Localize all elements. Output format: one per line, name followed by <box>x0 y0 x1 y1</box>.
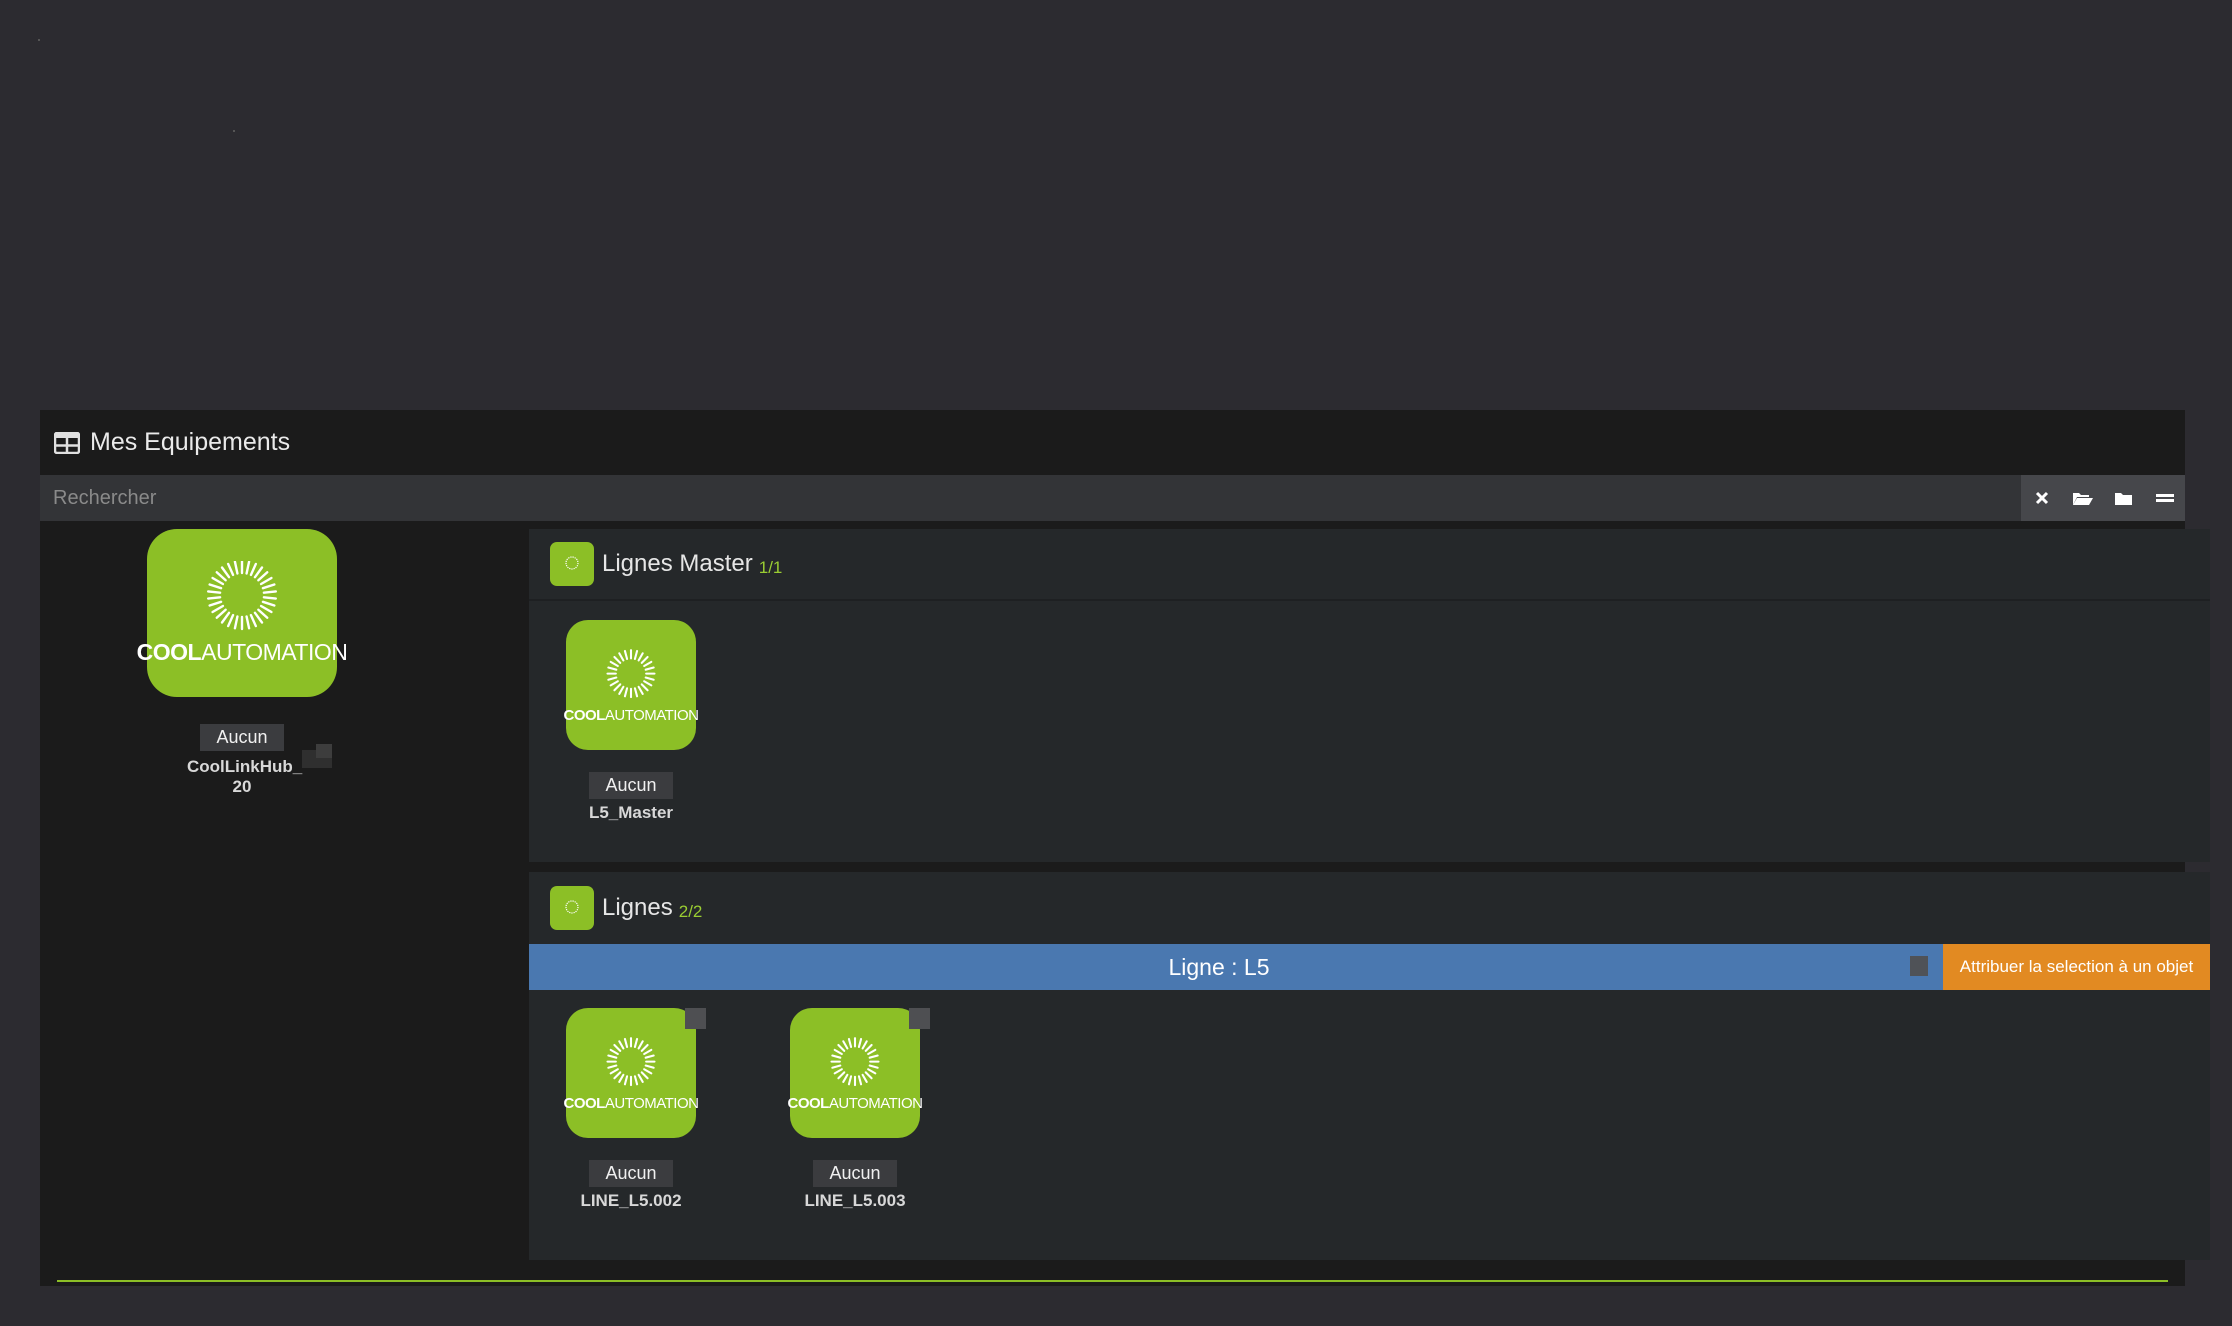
lines-section: Lignes 2/2 <box>529 872 2210 1260</box>
equipment-card[interactable]: COOLAUTOMATION Aucun L5_Master <box>563 620 699 823</box>
section-title: Lignes <box>602 894 673 921</box>
section-count: 2/2 <box>678 902 703 921</box>
panel-header: Mes Equipements <box>40 410 2185 475</box>
assign-to-object-button[interactable]: Attribuer la selection à un objet <box>1943 944 2210 990</box>
sunburst-icon <box>830 1036 880 1086</box>
coolautomation-logo: COOLAUTOMATION <box>787 1008 923 1138</box>
equipment-panel: Mes Equipements Rechercher COOLAUTOMATIO… <box>40 410 2210 1286</box>
section-count: 1/1 <box>758 558 783 577</box>
bottom-accent-line <box>57 1280 2168 1282</box>
object-badge: Aucun <box>589 1160 673 1187</box>
brand-text: COOLAUTOMATION <box>563 706 699 724</box>
select-all-checkbox[interactable] <box>1910 956 1928 976</box>
sunburst-icon <box>606 1036 656 1086</box>
sunburst-icon <box>206 560 278 630</box>
brand-text: COOLAUTOMATION <box>563 1094 699 1112</box>
line-group-bar: Ligne : L5 Attribuer la selection à un o… <box>529 944 2210 990</box>
search-bar <box>40 475 2185 521</box>
brand-text: COOLAUTOMATION <box>787 1094 923 1112</box>
coolautomation-small-icon <box>550 886 594 930</box>
master-section-header: Lignes Master 1/1 <box>529 529 2210 601</box>
master-section: Lignes Master 1/1 COOLAUTOMATION Aucun L… <box>529 529 2210 862</box>
coolautomation-logo: COOLAUTOMATION <box>563 1008 699 1138</box>
equipment-name: LINE_L5.003 <box>804 1191 906 1210</box>
folder-open-icon[interactable] <box>2062 475 2103 521</box>
close-icon[interactable] <box>2021 475 2062 521</box>
equipment-select-checkbox[interactable] <box>909 1008 930 1029</box>
section-title: Lignes Master <box>602 550 753 577</box>
equipment-name: CoolLinkHub_ 20 <box>187 757 303 796</box>
brand-text: COOLAUTOMATION <box>136 638 348 665</box>
equipment-card[interactable]: COOLAUTOMATION Aucun LINE_L5.002 <box>563 1008 699 1211</box>
equipment-name: LINE_L5.002 <box>580 1191 682 1210</box>
object-badge: Aucun <box>813 1160 897 1187</box>
menu-icon[interactable] <box>2144 475 2185 521</box>
line-group-title: Ligne : L5 <box>1168 954 1270 980</box>
equipment-select-checkbox[interactable] <box>685 1008 706 1029</box>
search-input[interactable] <box>40 475 2021 521</box>
object-badge: Aucun <box>200 724 284 751</box>
table-icon <box>53 431 81 454</box>
coolautomation-logo: COOLAUTOMATION <box>137 529 348 697</box>
equipment-card[interactable]: COOLAUTOMATION Aucun LINE_L5.003 <box>787 1008 923 1211</box>
coolautomation-logo: COOLAUTOMATION <box>563 620 699 750</box>
folder-icon[interactable] <box>2103 475 2144 521</box>
coolautomation-small-icon <box>550 542 594 586</box>
artifact-dot <box>38 39 40 41</box>
blurred-patch <box>316 744 332 758</box>
sunburst-icon <box>606 648 656 698</box>
lines-section-header: Lignes 2/2 <box>529 872 2210 944</box>
artifact-dot <box>233 130 235 132</box>
object-badge: Aucun <box>589 772 673 799</box>
equipment-name: L5_Master <box>588 803 674 822</box>
panel-title: Mes Equipements <box>90 428 291 456</box>
search-buttons <box>2021 475 2185 521</box>
